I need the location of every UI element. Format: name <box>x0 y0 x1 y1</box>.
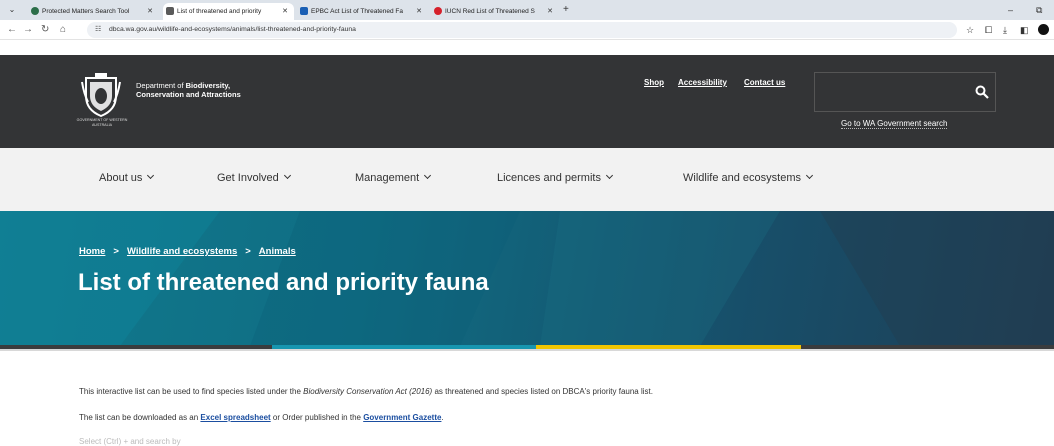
browser-tab-threatened-fauna[interactable]: List of threatened and priority ✕ <box>163 3 294 20</box>
breadcrumb-wildlife[interactable]: Wildlife and ecosystems <box>127 246 237 257</box>
page-title: List of threatened and priority fauna <box>78 269 489 296</box>
brand-prefix: Department of <box>136 81 186 90</box>
chevron-down-icon <box>805 171 814 180</box>
search-icon[interactable] <box>975 85 989 99</box>
extensions-icon[interactable]: ⧠ <box>985 22 992 38</box>
breadcrumb-separator: > <box>245 246 251 257</box>
partial-instruction-text: Select (Ctrl) + and search by <box>79 437 181 446</box>
bookmark-star-icon[interactable]: ☆ <box>966 22 974 38</box>
text: The list can be downloaded as an <box>79 413 201 422</box>
close-tab-icon[interactable]: ✕ <box>282 3 288 20</box>
home-icon[interactable]: ⌂ <box>60 22 66 38</box>
address-bar[interactable]: ☷ dbca.wa.gov.au/wildlife-and-ecosystems… <box>87 22 957 38</box>
nav-management[interactable]: Management <box>355 171 432 184</box>
nav-get-involved[interactable]: Get Involved <box>217 171 291 184</box>
wa-crest-logo[interactable] <box>80 72 122 118</box>
nav-label: Get Involved <box>217 172 279 184</box>
nav-about-us[interactable]: About us <box>99 171 155 184</box>
browser-tab-bar: ⌄ Protected Matters Search Tool ✕ List o… <box>0 0 1054 20</box>
close-tab-icon[interactable]: ✕ <box>416 3 422 20</box>
shop-link[interactable]: Shop <box>644 78 664 87</box>
nav-label: Management <box>355 172 420 184</box>
breadcrumb-home[interactable]: Home <box>79 246 105 257</box>
nav-label: Licences and permits <box>497 172 601 184</box>
crest-caption: GOVERNMENT OF WESTERN AUSTRALIA <box>76 118 128 127</box>
breadcrumb-separator: > <box>113 246 119 257</box>
text: This interactive list can be used to fin… <box>79 387 304 396</box>
brand-bold: Biodiversity, <box>185 81 231 90</box>
hero-banner: Home > Wildlife and ecosystems > Animals Lis… <box>0 211 1054 346</box>
breadcrumb-animals[interactable]: Animals <box>259 246 296 257</box>
tab-title: IUCN Red List of Threatened S <box>445 8 535 15</box>
text: or Order published in the <box>270 413 364 422</box>
square-favicon-icon <box>300 7 308 15</box>
wa-crest-favicon-icon <box>166 7 174 15</box>
tab-search-chevron-icon[interactable]: ⌄ <box>6 4 18 16</box>
nav-label: Wildlife and ecosystems <box>683 172 801 184</box>
nav-wildlife-ecosystems[interactable]: Wildlife and ecosystems <box>683 171 814 184</box>
site-header: GOVERNMENT OF WESTERN AUSTRALIA Departme… <box>0 55 1054 148</box>
chevron-down-icon <box>424 171 432 180</box>
wa-government-search-link[interactable]: Go to WA Government search <box>841 119 948 129</box>
reload-icon[interactable]: ↻ <box>41 22 49 38</box>
close-tab-icon[interactable]: ✕ <box>547 3 553 20</box>
download-icon[interactable]: ⤓ <box>1003 22 1007 38</box>
url-text: dbca.wa.gov.au/wildlife-and-ecosystems/a… <box>109 26 356 33</box>
profile-avatar-icon[interactable] <box>1038 24 1049 35</box>
nav-licences-permits[interactable]: Licences and permits <box>497 171 613 184</box>
site-settings-icon[interactable]: ☷ <box>95 22 101 38</box>
contact-us-link[interactable]: Contact us <box>744 78 785 87</box>
restore-window-icon[interactable]: ⧉ <box>1036 3 1042 17</box>
breadcrumb: Home > Wildlife and ecosystems > Animals <box>79 246 296 257</box>
browser-toolbar: ← → ↻ ⌂ ☷ dbca.wa.gov.au/wildlife-and-ec… <box>0 20 1054 40</box>
browser-tab-iucn[interactable]: IUCN Red List of Threatened S ✕ <box>431 3 559 20</box>
minimize-icon[interactable]: – <box>1008 3 1013 17</box>
chevron-down-icon <box>147 171 155 180</box>
side-panel-icon[interactable]: ◧ <box>1020 22 1029 38</box>
close-tab-icon[interactable]: ✕ <box>147 3 153 20</box>
chevron-down-icon <box>283 171 291 180</box>
excel-spreadsheet-link[interactable]: Excel spreadsheet <box>200 413 270 422</box>
act-name: Biodiversity Conservation Act (2016) <box>303 387 433 396</box>
department-name[interactable]: Department of Biodiversity, Conservation… <box>136 81 241 99</box>
main-navigation: About us Get Involved Management Licence… <box>0 148 1054 211</box>
site-search-input[interactable] <box>814 72 996 112</box>
tab-title: Protected Matters Search Tool <box>42 8 130 15</box>
accessibility-link[interactable]: Accessibility <box>678 78 727 87</box>
browser-tab-protected-matters[interactable]: Protected Matters Search Tool ✕ <box>28 3 159 20</box>
new-tab-plus-icon[interactable]: + <box>563 3 569 17</box>
text: . <box>441 413 444 422</box>
browser-tab-epbc-act[interactable]: EPBC Act List of Threatened Fa ✕ <box>297 3 428 20</box>
tab-title: EPBC Act List of Threatened Fa <box>311 8 404 15</box>
tab-title: List of threatened and priority <box>177 8 262 15</box>
text: as threatened and species listed on DBCA… <box>432 387 653 396</box>
globe-favicon-icon <box>31 7 39 15</box>
nav-label: About us <box>99 172 143 184</box>
chevron-down-icon <box>605 171 613 180</box>
back-arrow-icon[interactable]: ← <box>7 22 17 38</box>
brand-line2: Conservation and Attractions <box>136 90 241 99</box>
iucn-favicon-icon <box>434 7 442 15</box>
government-gazette-link[interactable]: Government Gazette <box>363 413 441 422</box>
download-paragraph: The list can be downloaded as an Excel s… <box>79 413 444 422</box>
forward-arrow-icon[interactable]: → <box>23 22 33 38</box>
hero-shadow <box>0 349 1054 351</box>
intro-paragraph: This interactive list can be used to fin… <box>79 387 653 396</box>
